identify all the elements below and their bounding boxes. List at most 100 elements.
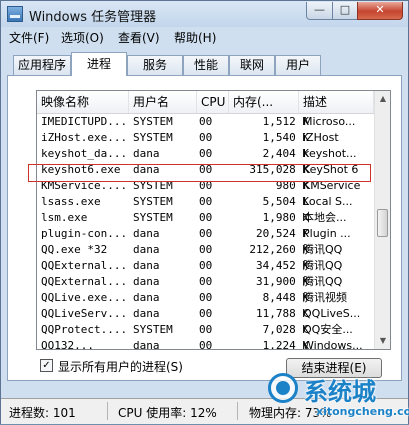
tab-performance[interactable]: 性能 [183,55,229,75]
cell-description: 本地会... [303,211,347,224]
cell-user-name: dana [133,275,160,288]
column-image-name[interactable]: 映像名称 [37,91,129,113]
cell-memory: 34,452 K [256,259,309,272]
cell-image-name: QQLive.exe... [41,291,128,304]
cell-image-name: plugin-con... [41,227,128,240]
menu-view[interactable]: 查看(V) [118,29,160,46]
cell-user-name: SYSTEM [133,211,173,224]
tab-processes[interactable]: 进程 [71,52,127,76]
cell-memory: 5,504 K [262,195,309,208]
cell-user-name: dana [133,227,160,240]
scroll-up-icon[interactable]: ▲ [375,91,390,107]
scroll-down-icon[interactable]: ▼ [375,333,390,349]
vertical-scrollbar[interactable]: ▲ ▼ [374,91,390,349]
cell-image-name: keyshot_da... [41,147,128,160]
show-all-users-label: 显示所有用户的进程(S) [58,360,183,374]
cell-description: 腾讯视频 [303,291,347,304]
tab-applications[interactable]: 应用程序 [13,55,71,75]
cell-image-name: QQExternal... [41,275,128,288]
cell-image-name: lsm.exe [41,211,88,224]
list-header: 映像名称 用户名 CPU 内存(... 描述 [37,91,374,114]
window-title: Windows 任务管理器 [29,10,157,25]
process-row[interactable]: QQLiveServ... dana 00 11,788 K QQLiveS... [37,306,374,322]
process-row[interactable]: QQLive.exe... dana 00 8,448 K 腾讯视频 [37,290,374,306]
cell-cpu: 00 [199,211,213,224]
tab-services[interactable]: 服务 [127,55,183,75]
cell-image-name: QQExternal... [41,259,128,272]
cell-memory: 1,224 K [262,339,309,350]
cell-description: Local S... [303,195,353,208]
cell-description: 腾讯QQ [303,243,343,256]
process-row[interactable]: lsm.exe SYSTEM 00 1,980 K 本地会... [37,210,374,226]
menu-options[interactable]: 选项(O) [61,29,104,46]
cell-memory: 7,028 K [262,323,309,336]
cell-memory: 1,980 K [262,211,309,224]
cell-cpu: 00 [199,339,213,350]
cell-user-name: dana [133,243,160,256]
process-row[interactable]: QQ.exe *32 dana 00 212,260 K 腾讯QQ [37,242,374,258]
column-cpu[interactable]: CPU [197,91,229,113]
site-watermark: 系统城 xitongcheng.com [266,369,409,425]
tab-networking[interactable]: 联网 [229,55,275,75]
watermark-url: xitongcheng.com [316,405,409,418]
cell-memory: 1,540 K [262,131,309,144]
process-row[interactable]: IMEDICTUPD... SYSTEM 00 1,512 K Microso... [37,114,374,130]
tab-users[interactable]: 用户 [275,55,321,75]
cell-image-name: QQProtect.... [41,323,128,336]
cell-user-name: dana [133,291,160,304]
column-memory[interactable]: 内存(... [229,91,299,113]
tab-strip: 应用程序 进程 服务 性能 联网 用户 [7,52,402,76]
process-row[interactable]: iZHost.exe... SYSTEM 00 1,540 KiZHost [37,130,374,146]
checkbox-check-icon[interactable]: ✓ [40,359,53,372]
cell-description: QQLiveS... [303,307,361,320]
process-row[interactable]: QQProtect.... SYSTEM 00 7,028 K QQ安全... [37,322,374,338]
cell-cpu: 00 [199,243,213,256]
process-list[interactable]: 映像名称 用户名 CPU 内存(... 描述 IMEDICTUPD... SYST… [36,90,391,350]
close-button[interactable]: ✕ [357,2,403,20]
cell-description: 腾讯QQ [303,259,343,272]
scrollbar-thumb[interactable] [377,209,388,237]
cell-user-name: dana [133,307,160,320]
cell-image-name: lsass.exe [41,195,101,208]
process-row[interactable]: QQExternal... dana 00 31,900 K 腾讯QQ [37,274,374,290]
cell-user-name: SYSTEM [133,115,173,128]
title-bar[interactable]: Windows 任务管理器 — □ ✕ [1,1,408,27]
menu-file[interactable]: 文件(F) [9,29,49,46]
cell-cpu: 00 [199,259,213,272]
menu-help[interactable]: 帮助(H) [174,29,216,46]
cell-description: iZHost [303,131,339,144]
process-row[interactable]: QQExternal... dana 00 34,452 K 腾讯QQ [37,258,374,274]
cell-user-name: dana [133,147,160,160]
processes-panel: 映像名称 用户名 CPU 内存(... 描述 IMEDICTUPD... SYST… [7,75,402,381]
cell-cpu: 00 [199,115,213,128]
column-description[interactable]: 描述 [299,91,374,113]
status-process-count: 进程数: 101 [9,406,76,420]
watermark-text: 系统城 [304,378,376,406]
maximize-button[interactable]: □ [332,2,358,20]
cell-description: QQ安全... [303,323,353,336]
cell-user-name: SYSTEM [133,323,173,336]
status-divider [237,402,238,420]
process-row[interactable]: lsass.exe SYSTEM 00 5,504 K Local S... [37,194,374,210]
cell-cpu: 00 [199,147,213,160]
cell-memory: 20,524 K [256,227,309,240]
highlight-annotation [28,164,371,182]
cell-cpu: 00 [199,195,213,208]
column-user-name[interactable]: 用户名 [129,91,197,113]
cell-memory: 8,448 K [262,291,309,304]
cell-image-name: IMEDICTUPD... [41,115,128,128]
cell-cpu: 00 [199,131,213,144]
cell-cpu: 00 [199,227,213,240]
process-rows: IMEDICTUPD... SYSTEM 00 1,512 K Microso... iZ… [37,114,374,350]
process-row[interactable]: QQ132... dana 00 1,224 K Windows... [37,338,374,350]
process-row[interactable]: plugin-con... dana 00 20,524 K Plugin ... [37,226,374,242]
cell-image-name: QQ.exe *32 [41,243,108,256]
cell-description: Plugin ... [303,227,351,240]
minimize-button[interactable]: — [306,2,333,20]
cell-image-name: iZHost.exe... [41,131,128,144]
cell-description: keyshot... [303,147,357,160]
cell-cpu: 00 [199,323,213,336]
cell-description: Windows... [303,339,363,350]
cell-memory: 1,512 K [262,115,309,128]
process-row[interactable]: keyshot_da... dana 00 2,404 Kkeyshot... [37,146,374,162]
